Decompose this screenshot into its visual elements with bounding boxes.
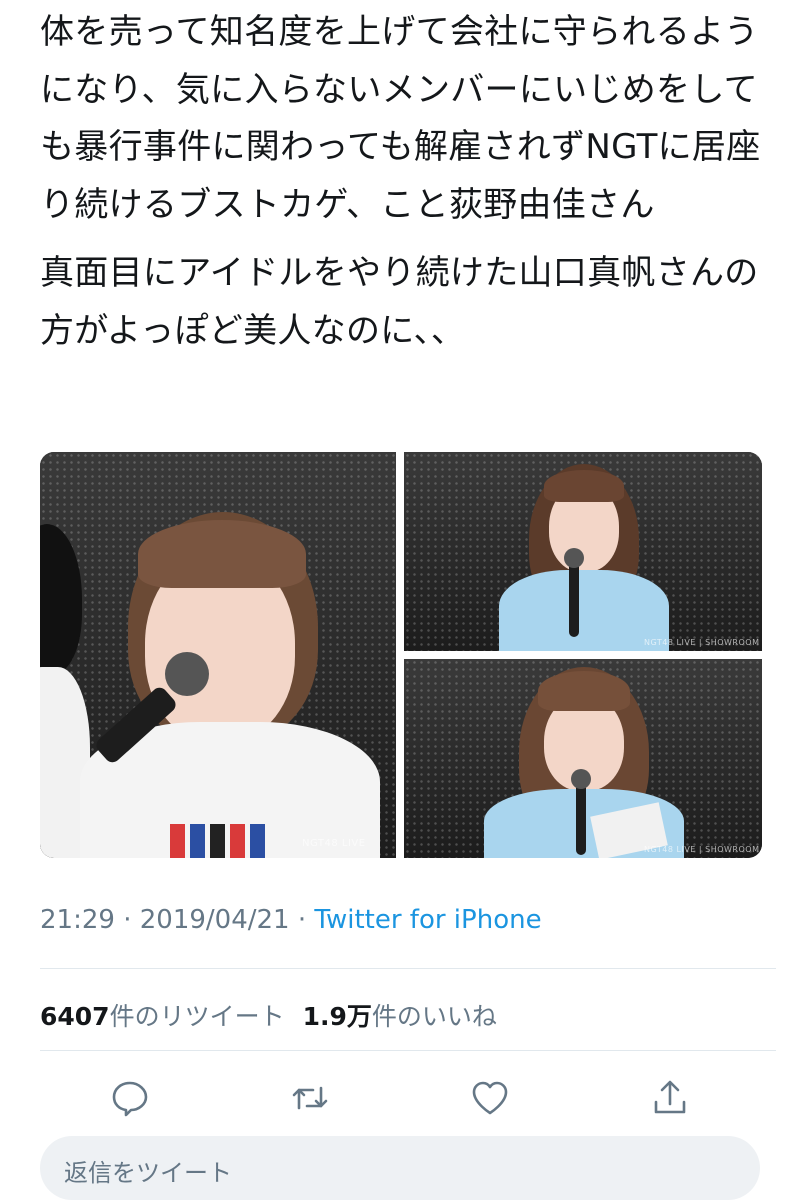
divider	[40, 968, 776, 969]
tweet-date: 2019/04/21	[139, 905, 290, 935]
tweet-text: 体を売って知名度を上げて会社に守られるようになり、気に入らないメンバーにいじめを…	[40, 4, 770, 360]
tweet-actions	[0, 1074, 800, 1122]
tweet-media-grid: NGT48 LIVE NGT48 LIVE | SHOWROOM NGT48 L…	[40, 452, 762, 858]
tweet-time: 21:29	[40, 905, 115, 935]
retweet-icon	[292, 1086, 328, 1110]
photo-top-right[interactable]: NGT48 LIVE | SHOWROOM	[404, 452, 762, 651]
reply-icon	[112, 1081, 148, 1117]
share-icon	[654, 1080, 686, 1114]
share-button[interactable]	[646, 1074, 694, 1122]
heart-icon	[472, 1081, 508, 1115]
like-stat[interactable]: 1.9万件のいいね	[303, 1002, 497, 1031]
photo-left[interactable]: NGT48 LIVE	[40, 452, 396, 858]
tweet-source-link[interactable]: Twitter for iPhone	[314, 905, 541, 935]
photo-bottom-right[interactable]: NGT48 LIVE | SHOWROOM	[404, 659, 762, 858]
tweet-timestamp: 21:29 · 2019/04/21 · Twitter for iPhone	[40, 905, 542, 935]
reply-button[interactable]	[106, 1074, 154, 1122]
retweet-stat[interactable]: 6407件のリツイート	[40, 1002, 285, 1031]
reply-placeholder: 返信をツイート	[64, 1159, 232, 1187]
tweet-paragraph: 真面目にアイドルをやり続けた山口真帆さんの方がよっぽど美人なのに、、	[40, 253, 759, 351]
tweet-stats: 6407件のリツイート 1.9万件のいいね	[40, 997, 497, 1033]
watermark: NGT48 LIVE	[302, 838, 366, 849]
watermark: NGT48 LIVE | SHOWROOM	[644, 638, 760, 647]
divider	[40, 1050, 776, 1051]
retweet-button[interactable]	[286, 1074, 334, 1122]
like-button[interactable]	[466, 1074, 514, 1122]
reply-input[interactable]: 返信をツイート	[40, 1136, 760, 1200]
watermark: NGT48 LIVE | SHOWROOM	[644, 845, 760, 854]
tweet-paragraph: 体を売って知名度を上げて会社に守られるようになり、気に入らないメンバーにいじめを…	[40, 12, 761, 225]
